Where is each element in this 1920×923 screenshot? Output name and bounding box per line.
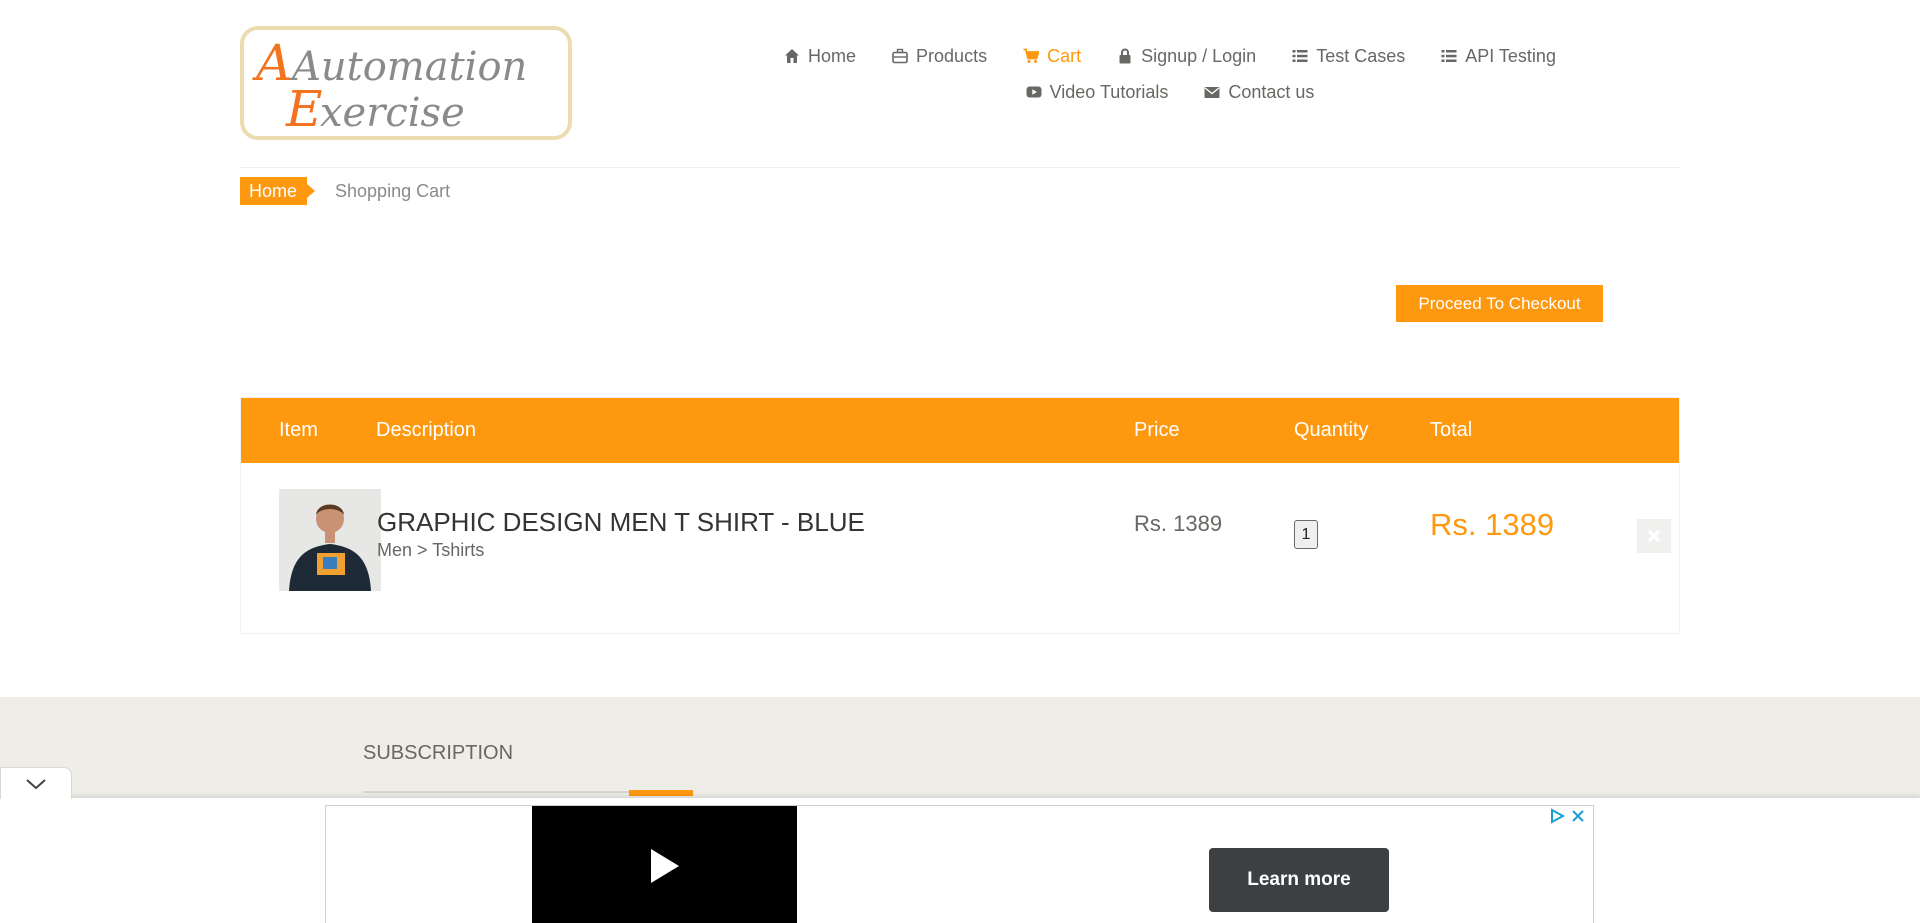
youtube-icon	[1026, 86, 1042, 98]
nav-signup-login-label: Signup / Login	[1141, 45, 1257, 66]
nav-row-1: Home Products Cart Signup / Login Test C…	[740, 38, 1600, 74]
header-description: Description	[376, 419, 477, 441]
product-total: Rs. 1389	[1430, 507, 1555, 542]
cart-icon	[1023, 48, 1040, 63]
proceed-to-checkout-button[interactable]: Proceed To Checkout	[1396, 285, 1603, 322]
product-price: Rs. 1389	[1134, 511, 1223, 536]
cart-table: Item Description Price Quantity Total GR…	[240, 397, 1680, 634]
svg-text:E: E	[285, 80, 323, 136]
nav-api-testing[interactable]: API Testing	[1423, 46, 1574, 67]
ad-banner: Learn more	[0, 797, 1920, 923]
nav-api-testing-label: API Testing	[1465, 45, 1556, 66]
delete-item-button[interactable]	[1637, 519, 1671, 553]
header-item: Item	[279, 419, 318, 441]
cart-table-header: Item Description Price Quantity Total	[241, 398, 1679, 463]
envelope-icon	[1204, 87, 1220, 98]
ad-choices-icon[interactable]	[1549, 808, 1565, 824]
ad-learn-more-button[interactable]: Learn more	[1209, 848, 1389, 912]
logo-line1: Automation	[288, 44, 527, 90]
home-icon	[785, 49, 800, 63]
nav-products-label: Products	[916, 45, 988, 66]
subscription-underline-accent	[629, 790, 693, 796]
product-quantity: 1	[1294, 520, 1318, 549]
lock-icon	[1119, 48, 1131, 64]
product-image[interactable]	[279, 489, 381, 591]
nav-test-cases[interactable]: Test Cases	[1274, 46, 1423, 67]
list-icon	[1441, 50, 1457, 62]
nav-contact-us-label: Contact us	[1228, 81, 1315, 102]
header-total: Total	[1430, 419, 1473, 441]
nav-home-label: Home	[808, 45, 857, 66]
product-name[interactable]: GRAPHIC DESIGN MEN T SHIRT - BLUE	[377, 507, 865, 538]
cart-row: GRAPHIC DESIGN MEN T SHIRT - BLUE Men > …	[241, 463, 1679, 633]
briefcase-icon	[892, 48, 908, 64]
ad-collapse-button[interactable]	[0, 767, 72, 799]
play-icon	[650, 848, 679, 883]
breadcrumb: Home Shopping Cart	[240, 177, 450, 205]
logo-line2: xercise	[320, 90, 465, 136]
nav-cart[interactable]: Cart	[1005, 46, 1099, 67]
chevron-down-icon	[26, 778, 46, 789]
breadcrumb-current: Shopping Cart	[335, 180, 451, 201]
nav-video-tutorials-label: Video Tutorials	[1049, 81, 1169, 102]
ad-controls	[1549, 808, 1585, 824]
nav-row-2: Video Tutorials Contact us	[740, 74, 1600, 110]
header-divider	[240, 167, 1680, 168]
site-logo[interactable]: A Automation E xercise	[240, 26, 572, 140]
subscription-title: SUBSCRIPTION	[363, 742, 514, 764]
nav-signup-login[interactable]: Signup / Login	[1099, 46, 1274, 67]
header-quantity: Quantity	[1294, 419, 1369, 441]
nav-test-cases-label: Test Cases	[1316, 45, 1406, 66]
logo-graphic: A Automation E xercise	[252, 34, 527, 136]
nav-cart-label: Cart	[1047, 45, 1082, 66]
subscription-underline	[363, 791, 629, 793]
ad-frame: Learn more	[325, 805, 1594, 923]
ad-video[interactable]	[532, 806, 797, 923]
nav-video-tutorials[interactable]: Video Tutorials	[1008, 82, 1187, 103]
nav-products[interactable]: Products	[874, 46, 1005, 67]
product-category: Men > Tshirts	[377, 540, 485, 560]
header-price: Price	[1134, 419, 1180, 441]
ad-close-icon[interactable]	[1571, 809, 1585, 823]
close-icon	[1647, 529, 1661, 543]
nav-contact-us[interactable]: Contact us	[1186, 82, 1332, 103]
breadcrumb-home[interactable]: Home	[240, 177, 316, 205]
nav-home[interactable]: Home	[766, 46, 874, 67]
main-nav: Home Products Cart Signup / Login Test C…	[740, 38, 1600, 110]
list-icon	[1292, 50, 1308, 62]
